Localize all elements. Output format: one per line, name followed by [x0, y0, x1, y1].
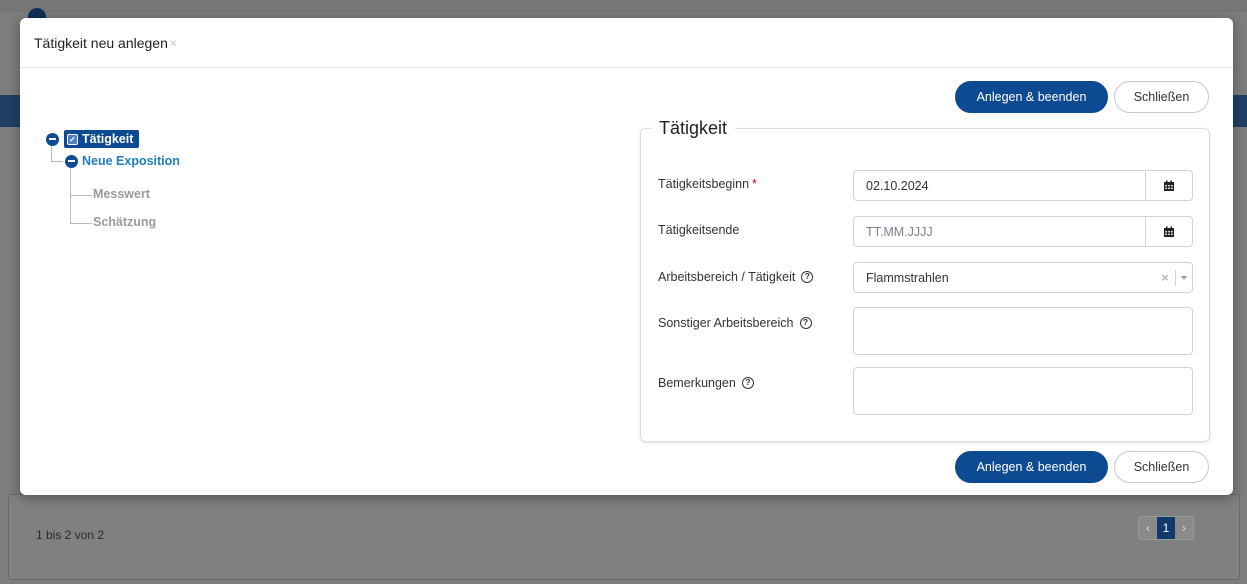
help-icon[interactable]: ?	[799, 317, 812, 329]
end-date-label: Tätigkeitsende	[658, 223, 739, 237]
calendar-icon[interactable]	[1145, 217, 1192, 246]
tree-connector	[70, 223, 92, 224]
pagination: ‹ 1 ›	[1138, 516, 1194, 540]
collapse-icon[interactable]	[46, 132, 59, 146]
tree-leaf-label[interactable]: Schätzung	[93, 215, 156, 229]
work-area-label-text: Arbeitsbereich / Tätigkeit	[658, 270, 796, 284]
pager-page-button[interactable]: 1	[1157, 517, 1175, 539]
close-icon[interactable]: ×	[170, 36, 177, 50]
tree-leaf-measured[interactable]: Messwert	[93, 187, 150, 201]
collapse-icon[interactable]	[65, 154, 78, 168]
pager-prev-button[interactable]: ‹	[1139, 517, 1157, 539]
tree-leaf-estimate[interactable]: Schätzung	[93, 215, 156, 229]
work-area-label: Arbeitsbereich / Tätigkeit ?	[658, 270, 814, 284]
work-area-select[interactable]: Flammstrahlen ×	[853, 262, 1193, 293]
help-icon[interactable]: ?	[801, 271, 814, 283]
start-date-label-text: Tätigkeitsbeginn	[658, 177, 750, 191]
create-and-close-button-top[interactable]: Anlegen & beenden	[955, 81, 1108, 113]
modal-title: Tätigkeit neu anlegen	[34, 34, 168, 51]
tree-connector	[51, 161, 63, 162]
other-area-label: Sonstiger Arbeitsbereich ?	[658, 316, 812, 330]
checkbox-checked-icon[interactable]: ✓	[67, 133, 78, 145]
select-controls: ×	[1155, 263, 1192, 292]
other-area-label-text: Sonstiger Arbeitsbereich	[658, 316, 794, 330]
other-area-textarea[interactable]	[853, 307, 1193, 355]
pager-next-button[interactable]: ›	[1175, 517, 1193, 539]
start-date-value: 02.10.2024	[866, 178, 929, 193]
close-button-top[interactable]: Schließen	[1114, 81, 1209, 113]
close-button-bottom[interactable]: Schließen	[1114, 451, 1209, 483]
clear-icon[interactable]: ×	[1155, 270, 1175, 285]
end-date-placeholder: TT.MM.JJJJ	[866, 224, 933, 239]
activity-form: Tätigkeit Tätigkeitsbeginn * 02.10.2024 …	[640, 118, 1210, 442]
end-date-input[interactable]: TT.MM.JJJJ	[853, 216, 1193, 247]
tree-node-root[interactable]: ✓ Tätigkeit	[46, 130, 140, 148]
remarks-label-text: Bemerkungen	[658, 376, 736, 390]
tree-root-label: Tätigkeit	[82, 132, 134, 146]
remarks-label: Bemerkungen ?	[658, 376, 754, 390]
tree-node-exposition[interactable]: Neue Exposition	[65, 154, 180, 168]
required-marker: *	[752, 177, 757, 191]
work-area-value: Flammstrahlen	[866, 270, 949, 285]
tree-child-label[interactable]: Neue Exposition	[82, 154, 180, 168]
create-and-close-button-bottom[interactable]: Anlegen & beenden	[955, 451, 1108, 483]
chevron-down-icon[interactable]	[1176, 276, 1192, 280]
modal-header: Tätigkeit neu anlegen ×	[20, 18, 1233, 68]
background-table-panel	[8, 494, 1240, 580]
create-activity-modal: Tätigkeit neu anlegen × Anlegen & beende…	[20, 18, 1233, 495]
help-icon[interactable]: ?	[741, 377, 754, 389]
remarks-textarea[interactable]	[853, 367, 1193, 415]
tree-leaf-label[interactable]: Messwert	[93, 187, 150, 201]
start-date-label: Tätigkeitsbeginn *	[658, 177, 757, 191]
tree-root-selected[interactable]: ✓ Tätigkeit	[64, 130, 140, 148]
tree-connector	[70, 195, 92, 196]
form-legend: Tätigkeit	[651, 118, 736, 139]
background-top-strip	[0, 0, 1247, 12]
calendar-icon[interactable]	[1145, 171, 1192, 200]
pagination-info: 1 bis 2 von 2	[36, 528, 105, 542]
end-date-label-text: Tätigkeitsende	[658, 223, 740, 237]
start-date-input[interactable]: 02.10.2024	[853, 170, 1193, 201]
